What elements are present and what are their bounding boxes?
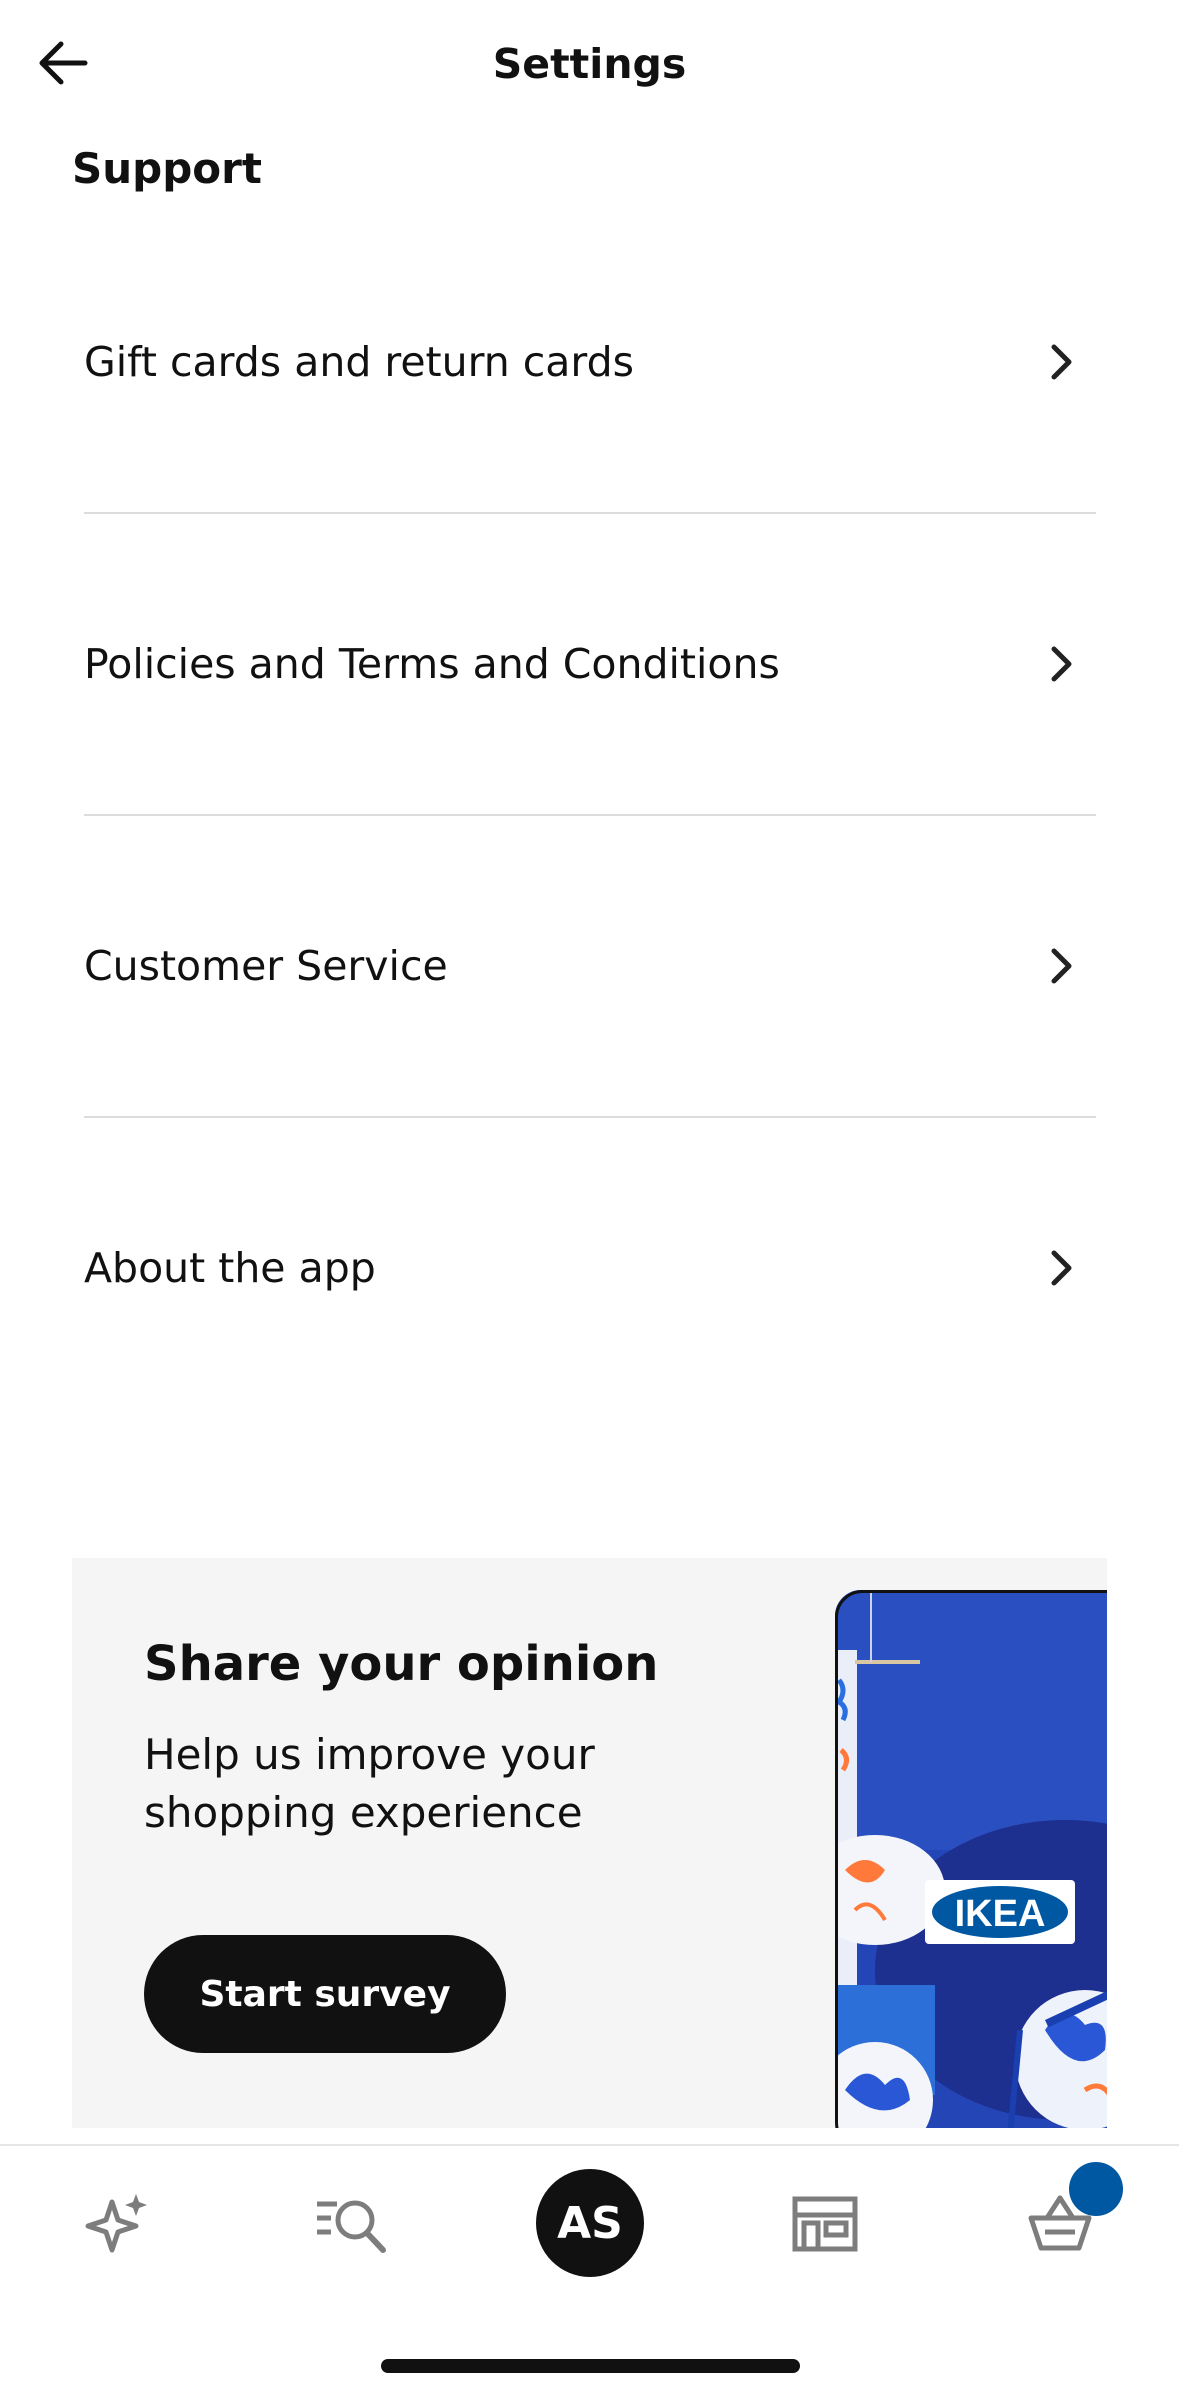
survey-card: Share your opinion Help us improve your … xyxy=(72,1558,1107,2128)
menu-item-policies[interactable]: Policies and Terms and Conditions xyxy=(84,514,1096,816)
start-survey-button[interactable]: Start survey xyxy=(144,1935,506,2053)
chevron-right-icon xyxy=(1051,344,1072,380)
menu-item-gift-cards[interactable]: Gift cards and return cards xyxy=(84,212,1096,514)
page-title: Settings xyxy=(492,40,687,88)
top-bar: Settings xyxy=(0,0,1179,140)
store-icon xyxy=(792,2196,858,2252)
survey-title: Share your opinion xyxy=(144,1636,659,1692)
menu-item-customer-service[interactable]: Customer Service xyxy=(84,816,1096,1118)
chevron-right-icon xyxy=(1051,948,1072,984)
nav-inspiration[interactable] xyxy=(62,2168,172,2278)
nav-profile[interactable]: AS xyxy=(535,2168,645,2278)
menu-item-label: Gift cards and return cards xyxy=(84,338,634,386)
home-indicator xyxy=(381,2359,800,2373)
cart-badge xyxy=(1069,2162,1123,2216)
survey-description: Help us improve your shopping experience xyxy=(144,1730,595,1837)
menu-item-about-app[interactable]: About the app xyxy=(84,1118,1096,1418)
avatar: AS xyxy=(536,2169,644,2277)
menu-item-label: Customer Service xyxy=(84,942,448,990)
chevron-right-icon xyxy=(1051,646,1072,682)
support-menu: Gift cards and return cards Policies and… xyxy=(84,212,1096,1418)
nav-search[interactable] xyxy=(298,2168,408,2278)
app-promo-image: IKEA xyxy=(835,1590,1107,2128)
nav-cart[interactable] xyxy=(1005,2162,1123,2278)
menu-item-label: Policies and Terms and Conditions xyxy=(84,640,780,688)
section-heading: Support xyxy=(72,144,262,193)
chevron-right-icon xyxy=(1051,1250,1072,1286)
menu-item-label: About the app xyxy=(84,1244,376,1292)
search-list-icon xyxy=(317,2200,386,2253)
ikea-logo-text: IKEA xyxy=(955,1893,1046,1935)
nav-store[interactable] xyxy=(770,2168,880,2278)
sparkle-icon xyxy=(85,2194,147,2253)
